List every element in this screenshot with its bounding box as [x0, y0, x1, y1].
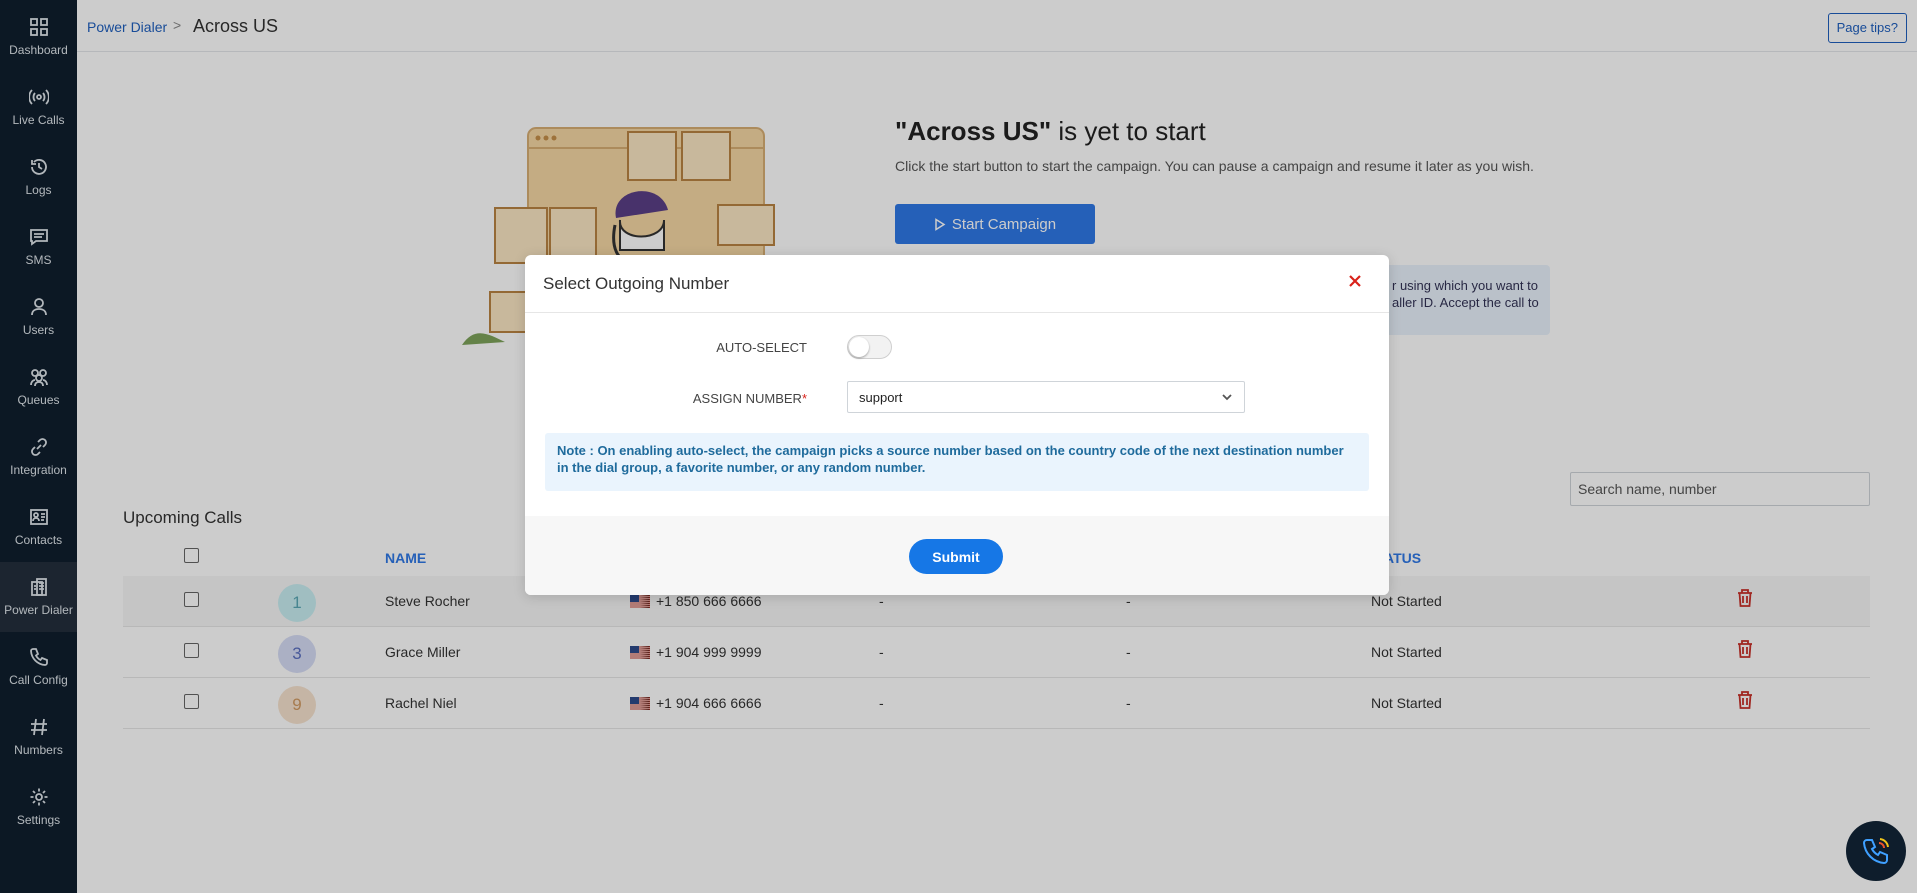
required-marker: * — [801, 391, 807, 406]
chevron-down-icon — [1222, 394, 1232, 401]
assign-number-label: ASSIGN NUMBER* — [693, 391, 807, 406]
modal-footer: Submit — [525, 516, 1389, 595]
close-button[interactable] — [1347, 273, 1365, 291]
assign-number-select[interactable]: support — [847, 381, 1245, 413]
select-outgoing-number-dialog: Select Outgoing Number AUTO-SELECT ASSIG… — [525, 255, 1389, 595]
submit-button[interactable]: Submit — [909, 539, 1003, 574]
floating-call-button[interactable] — [1846, 821, 1906, 881]
modal-title: Select Outgoing Number — [543, 274, 730, 293]
toggle-knob — [849, 337, 869, 357]
assign-number-value: support — [859, 389, 903, 405]
auto-select-label: AUTO-SELECT — [716, 340, 807, 355]
modal-header: Select Outgoing Number — [525, 255, 1389, 313]
close-icon — [1349, 275, 1361, 287]
phone-call-icon — [1862, 838, 1889, 865]
auto-select-note: Note : On enabling auto-select, the camp… — [545, 433, 1369, 491]
auto-select-toggle[interactable] — [847, 335, 892, 359]
assign-number-label-text: ASSIGN NUMBER — [692, 391, 802, 406]
